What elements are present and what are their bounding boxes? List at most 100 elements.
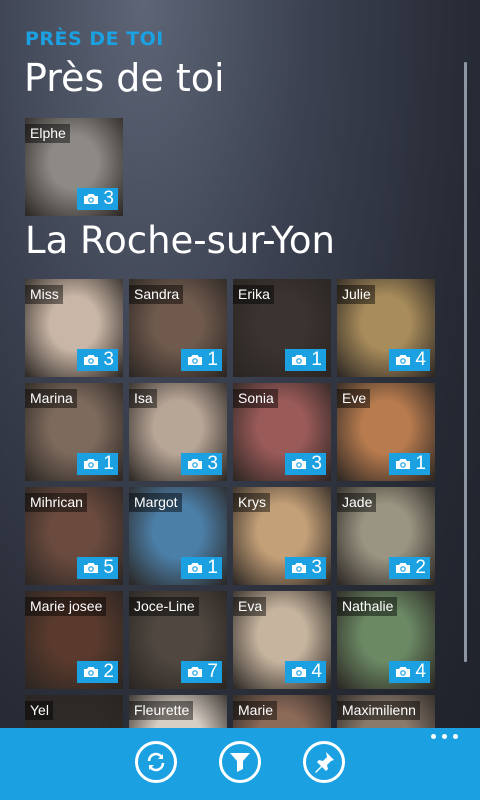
- profile-name: Marie: [233, 701, 278, 720]
- profile-name: Jade: [337, 493, 377, 512]
- profile-tile[interactable]: Mihrican 5: [25, 487, 123, 585]
- profile-tile[interactable]: Nathalie 4: [337, 591, 435, 689]
- profile-tile[interactable]: Krys 3: [233, 487, 331, 585]
- filter-icon: [230, 753, 250, 772]
- profile-name: Sonia: [233, 389, 278, 408]
- photo-count: 1: [103, 453, 114, 474]
- photo-count-badge: 3: [285, 453, 326, 475]
- app-title: PRÈS DE TOI: [25, 28, 164, 50]
- photo-count: 2: [103, 661, 114, 682]
- profile-name: Yel: [25, 701, 53, 720]
- profile-tile[interactable]: Miss 3: [25, 279, 123, 377]
- refresh-button[interactable]: [135, 741, 177, 783]
- profile-tile-nearby[interactable]: Elphe 3: [25, 118, 123, 216]
- profile-name: Mihrican: [25, 493, 87, 512]
- photo-count-badge: 5: [77, 557, 118, 579]
- profile-name: Miss: [25, 285, 63, 304]
- profile-name: Isa: [129, 389, 157, 408]
- photo-count-badge: 1: [285, 349, 326, 371]
- photo-count-badge: 4: [285, 661, 326, 683]
- camera-icon: [84, 194, 99, 204]
- scrollbar[interactable]: [464, 62, 467, 662]
- profile-name: Joce-Line: [129, 597, 199, 616]
- photo-count: 3: [311, 557, 322, 578]
- refresh-icon: [147, 752, 165, 772]
- section-title: La Roche-sur-Yon: [25, 219, 335, 262]
- photo-count-badge: 1: [181, 557, 222, 579]
- profile-name: Julie: [337, 285, 375, 304]
- photo-count-badge: 1: [389, 453, 430, 475]
- photo-count: 3: [207, 453, 218, 474]
- profile-tile[interactable]: Marina 1: [25, 383, 123, 481]
- photo-count: 3: [311, 453, 322, 474]
- camera-icon: [396, 355, 411, 365]
- profile-tile[interactable]: Julie 4: [337, 279, 435, 377]
- photo-count-badge: 4: [389, 349, 430, 371]
- dot: [453, 734, 458, 739]
- photo-count-badge: 4: [389, 661, 430, 683]
- photo-count: 5: [103, 557, 114, 578]
- profile-name: Erika: [233, 285, 274, 304]
- camera-icon: [396, 563, 411, 573]
- profile-tile[interactable]: Sonia 3: [233, 383, 331, 481]
- profile-tile[interactable]: Jade 2: [337, 487, 435, 585]
- filter-button[interactable]: [219, 741, 261, 783]
- camera-icon: [188, 459, 203, 469]
- photo-count-badge: 3: [181, 453, 222, 475]
- profile-name: Fleurette: [129, 701, 194, 720]
- photo-count: 3: [103, 349, 114, 370]
- profile-name: Elphe: [25, 124, 70, 143]
- profile-name: Marina: [25, 389, 77, 408]
- camera-icon: [84, 667, 99, 677]
- page-title: Près de toi: [24, 56, 225, 100]
- dot: [431, 734, 436, 739]
- profile-name: Margot: [129, 493, 182, 512]
- photo-count-badge: 3: [77, 188, 118, 210]
- photo-count: 4: [415, 661, 426, 682]
- profile-tile[interactable]: Eve 1: [337, 383, 435, 481]
- camera-icon: [292, 667, 307, 677]
- camera-icon: [396, 459, 411, 469]
- camera-icon: [188, 355, 203, 365]
- profile-tile[interactable]: Sandra 1: [129, 279, 227, 377]
- profile-tile[interactable]: Erika 1: [233, 279, 331, 377]
- photo-count-badge: 7: [181, 661, 222, 683]
- camera-icon: [396, 667, 411, 677]
- profile-tile[interactable]: Joce-Line 7: [129, 591, 227, 689]
- photo-count-badge: 1: [181, 349, 222, 371]
- photo-count: 1: [207, 557, 218, 578]
- profile-tile[interactable]: Marie josee 2: [25, 591, 123, 689]
- photo-count-badge: 3: [77, 349, 118, 371]
- more-options[interactable]: [431, 734, 458, 739]
- photo-count-badge: 2: [389, 557, 430, 579]
- app-bar: [0, 728, 480, 800]
- profile-name: Eva: [233, 597, 267, 616]
- photo-count-badge: 3: [285, 557, 326, 579]
- photo-count: 1: [207, 349, 218, 370]
- profile-name: Krys: [233, 493, 270, 512]
- pin-button[interactable]: [303, 741, 345, 783]
- dot: [442, 734, 447, 739]
- camera-icon: [292, 563, 307, 573]
- photo-count: 1: [311, 349, 322, 370]
- photo-count: 7: [207, 661, 218, 682]
- photo-count: 2: [415, 557, 426, 578]
- profile-name: Nathalie: [337, 597, 398, 616]
- camera-icon: [188, 563, 203, 573]
- photo-count: 3: [103, 188, 114, 209]
- profile-tile[interactable]: Isa 3: [129, 383, 227, 481]
- camera-icon: [84, 459, 99, 469]
- profile-tile[interactable]: Eva 4: [233, 591, 331, 689]
- profile-tile[interactable]: Margot 1: [129, 487, 227, 585]
- photo-count: 4: [311, 661, 322, 682]
- camera-icon: [84, 355, 99, 365]
- profile-name: Marie josee: [25, 597, 107, 616]
- photo-count: 1: [415, 453, 426, 474]
- profile-name: Eve: [337, 389, 371, 408]
- profile-name: Sandra: [129, 285, 184, 304]
- profile-name: Maximilienn: [337, 701, 420, 720]
- pin-icon: [315, 752, 334, 773]
- camera-icon: [292, 355, 307, 365]
- photo-count-badge: 1: [77, 453, 118, 475]
- camera-icon: [292, 459, 307, 469]
